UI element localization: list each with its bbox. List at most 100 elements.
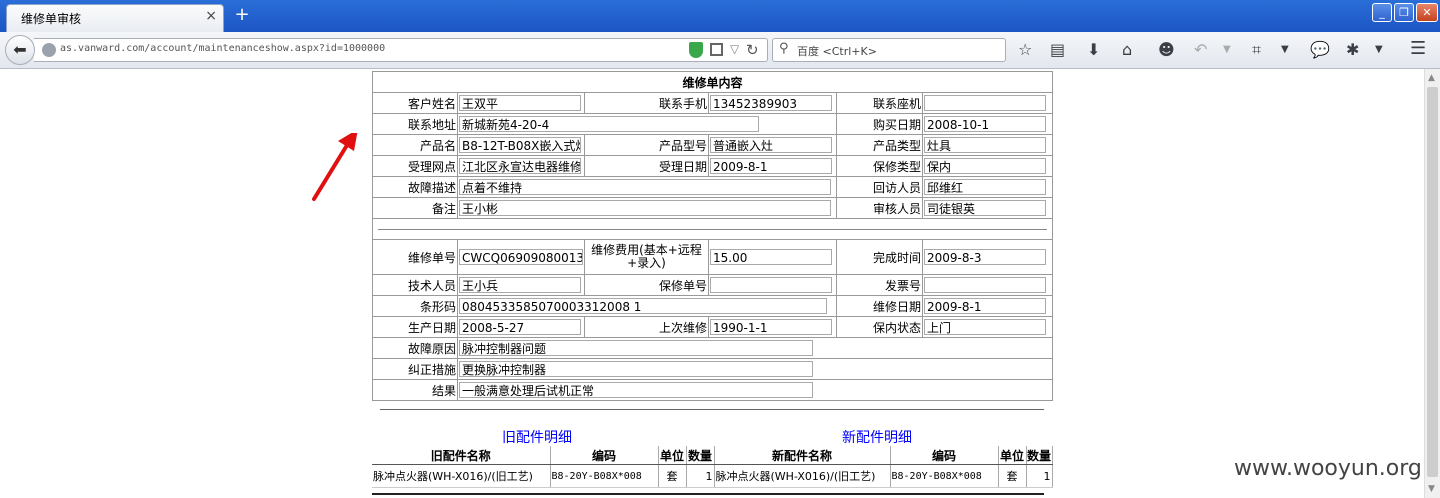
shield-icon[interactable] <box>689 42 703 58</box>
product-name-field[interactable]: B8-12T-B08X嵌入式灶 <box>459 137 581 153</box>
new-part-unit: 套 <box>998 464 1027 488</box>
search-bar[interactable]: ⚲ 百度 <Ctrl+K> <box>772 38 1006 62</box>
customer-name-field[interactable]: 王双平 <box>459 95 581 111</box>
fee-field[interactable]: 15.00 <box>710 249 832 265</box>
chevron-down-icon[interactable]: ▼ <box>1223 44 1231 55</box>
back-button[interactable]: ⬅ <box>5 35 35 65</box>
search-placeholder: 百度 <Ctrl+K> <box>797 45 877 58</box>
new-part-code: B8-20Y-B08X*008 <box>890 464 999 488</box>
order-no-label: 维修单号 <box>372 239 458 275</box>
fee-label: 维修费用(基本+远程+录入) <box>584 239 709 275</box>
bookmark-star-icon[interactable]: ☆ <box>1018 40 1032 59</box>
chevron-down-icon[interactable]: ▼ <box>1281 44 1289 55</box>
new-tab-button[interactable]: + <box>232 4 252 26</box>
header-old-code: 编码 <box>550 446 659 465</box>
accept-date-field[interactable]: 2009-8-1 <box>710 158 832 174</box>
scroll-up-icon[interactable]: ▲ <box>1428 73 1435 83</box>
back-arrow-icon: ⬅ <box>13 40 27 59</box>
parts-table: 旧配件名称 编码 单位 数量 新配件名称 编码 单位 数量 脉冲点火器(WH-X… <box>372 446 1053 488</box>
arrow-head <box>338 133 358 151</box>
mobile-label: 联系手机 <box>584 92 709 114</box>
purchase-date-field[interactable]: 2008-10-1 <box>924 116 1046 132</box>
service-point-field[interactable]: 江北区永宣达电器维修 <box>459 158 581 174</box>
download-icon[interactable]: ⬇ <box>1087 40 1100 59</box>
red-arrow-annotation <box>312 133 358 201</box>
home-icon[interactable]: ⌂ <box>1122 40 1132 59</box>
parts-header-row: 旧配件名称 编码 单位 数量 新配件名称 编码 单位 数量 <box>372 446 1053 465</box>
crop-icon[interactable]: ⌗ <box>1252 40 1261 60</box>
landline-label: 联系座机 <box>836 92 923 114</box>
old-part-unit: 套 <box>658 464 687 488</box>
last-repair-field[interactable]: 1990-1-1 <box>710 319 832 335</box>
address-field[interactable]: 新城新苑4-20-4 <box>459 116 759 132</box>
produce-date-field[interactable]: 2008-5-27 <box>459 319 581 335</box>
auditor-label: 审核人员 <box>836 197 923 219</box>
purchase-date-label: 购买日期 <box>836 113 923 135</box>
vertical-scrollbar[interactable]: ▲ ▼ <box>1424 69 1440 498</box>
remark-label: 备注 <box>372 197 458 219</box>
fault-reason-label: 故障原因 <box>372 337 458 359</box>
invoice-field[interactable] <box>924 277 1046 293</box>
warranty-type-field[interactable]: 保内 <box>924 158 1046 174</box>
old-part-code: B8-20Y-B08X*008 <box>550 464 659 488</box>
remark-field[interactable]: 王小彬 <box>459 200 831 216</box>
produce-date-label: 生产日期 <box>372 316 458 338</box>
header-new-unit: 单位 <box>998 446 1027 465</box>
warranty-status-field[interactable]: 上门 <box>924 319 1046 335</box>
section-separator <box>371 218 1054 240</box>
arrow-shaft <box>312 135 354 201</box>
repair-date-field[interactable]: 2009-8-1 <box>924 298 1046 314</box>
scrollbar-thumb[interactable] <box>1427 87 1438 477</box>
page-content: 维修单内容 客户姓名 王双平 联系手机 13452389903 联系座机 联系地… <box>0 69 1424 498</box>
old-part-name: 脉冲点火器(WH-X016)/(旧工艺) <box>372 464 551 488</box>
product-model-label: 产品型号 <box>584 134 709 156</box>
url-text[interactable]: as.vanward.com/account/maintenanceshow.a… <box>60 43 385 54</box>
table-row: 脉冲点火器(WH-X016)/(旧工艺) B8-20Y-B08X*008 套 1… <box>372 464 1053 488</box>
result-field[interactable]: 一般满意处理后试机正常 <box>459 382 813 398</box>
maximize-button[interactable]: ❐ <box>1394 3 1414 22</box>
barcode-field[interactable]: 0804533585070003312008 1 <box>459 298 827 314</box>
finish-time-field[interactable]: 2009-8-3 <box>924 249 1046 265</box>
smiley-icon[interactable]: ☻ <box>1158 40 1175 59</box>
undo-icon[interactable]: ↶ <box>1194 40 1207 59</box>
chat-bubble-icon[interactable]: 💬 <box>1310 40 1330 59</box>
correction-field[interactable]: 更换脉冲控制器 <box>459 361 813 377</box>
chevron-down-icon[interactable]: ▽ <box>730 42 739 56</box>
warranty-status-label: 保内状态 <box>836 316 923 338</box>
browser-tab[interactable]: 维修单审核 × <box>6 4 224 32</box>
old-part-qty: 1 <box>686 464 715 488</box>
globe-icon <box>42 43 56 57</box>
tab-close-icon[interactable]: × <box>205 8 217 24</box>
search-icon: ⚲ <box>779 41 789 56</box>
correction-label: 纠正措施 <box>372 358 458 380</box>
header-old-part-name: 旧配件名称 <box>372 446 551 465</box>
visitor-label: 回访人员 <box>836 176 923 198</box>
tab-title: 维修单审核 <box>21 12 82 26</box>
window-titlebar: 维修单审核 × + _ ❐ ✕ <box>0 0 1440 32</box>
auditor-field[interactable]: 司徒银英 <box>924 200 1046 216</box>
form-table: 维修单内容 客户姓名 王双平 联系手机 13452389903 联系座机 联系地… <box>371 71 1054 401</box>
product-type-field[interactable]: 灶具 <box>924 137 1046 153</box>
mobile-field[interactable]: 13452389903 <box>710 95 832 111</box>
order-no-field[interactable]: CWCQ069090800137 <box>459 249 583 265</box>
chevron-down-icon[interactable]: ▼ <box>1375 44 1383 55</box>
address-label: 联系地址 <box>372 113 458 135</box>
visitor-field[interactable]: 邱维红 <box>924 179 1046 195</box>
reload-icon[interactable]: ↻ <box>746 41 759 59</box>
bug-icon[interactable]: ✱ <box>1346 40 1359 59</box>
qr-code-icon[interactable] <box>710 43 723 56</box>
tech-field[interactable]: 王小兵 <box>459 277 581 293</box>
reading-list-icon[interactable]: ▤ <box>1050 40 1065 59</box>
minimize-button[interactable]: _ <box>1372 3 1392 22</box>
warranty-no-field[interactable] <box>710 277 832 293</box>
product-model-field[interactable]: 普通嵌入灶 <box>710 137 832 153</box>
url-bar[interactable]: as.vanward.com/account/maintenanceshow.a… <box>34 38 768 62</box>
fault-reason-field[interactable]: 脉冲控制器问题 <box>459 340 813 356</box>
landline-field[interactable] <box>924 95 1046 111</box>
menu-hamburger-icon[interactable]: ☰ <box>1410 38 1426 59</box>
new-parts-title: 新配件明细 <box>842 430 912 446</box>
close-window-button[interactable]: ✕ <box>1416 3 1438 22</box>
fault-desc-field[interactable]: 点着不维持 <box>459 179 831 195</box>
scroll-down-icon[interactable]: ▼ <box>1428 484 1435 494</box>
tech-label: 技术人员 <box>372 274 458 296</box>
